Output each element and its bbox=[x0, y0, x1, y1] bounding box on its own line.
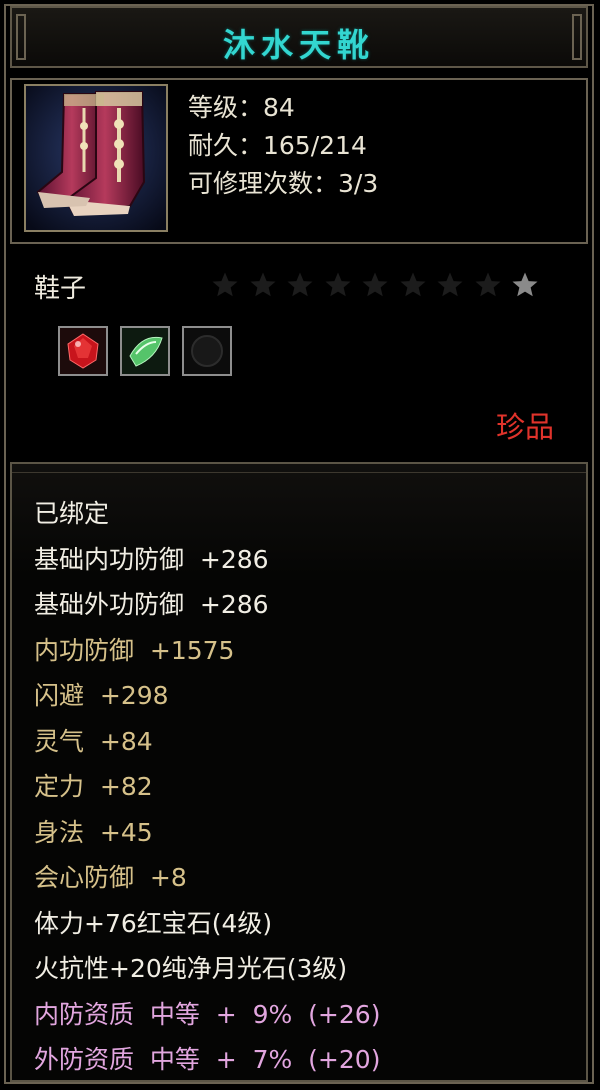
attribute-line: 外防资质 中等 + 7% (+20) bbox=[34, 1045, 381, 1074]
star-empty-icon bbox=[250, 272, 275, 297]
item-durability: 耐久：165/214 bbox=[188, 131, 367, 160]
star-empty-icon bbox=[212, 272, 238, 297]
attribute-line: 会心防御 +8 bbox=[34, 863, 187, 892]
star-filled-icon bbox=[512, 272, 538, 297]
attribute-line: 火抗性+20纯净月光石(3级) bbox=[34, 954, 348, 983]
attribute-line: 基础外功防御 +286 bbox=[34, 590, 269, 619]
boots-icon bbox=[24, 84, 168, 232]
item-type: 鞋子 bbox=[34, 274, 87, 304]
item-repair-count: 可修理次数：3/3 bbox=[188, 169, 379, 198]
item-level: 等级：84 bbox=[188, 93, 295, 122]
star-empty-icon bbox=[325, 272, 350, 297]
ruby-gem-icon[interactable] bbox=[58, 326, 108, 376]
attribute-line: 身法 +45 bbox=[34, 817, 153, 847]
empty-gem-slot[interactable] bbox=[182, 326, 232, 376]
title-bar: 沐水天靴 bbox=[10, 6, 588, 68]
star-empty-icon bbox=[287, 272, 313, 297]
attribute-line: 体力+76红宝石(4级) bbox=[34, 908, 273, 938]
attribute-line: 闪避 +298 bbox=[34, 681, 169, 710]
star-empty-icon bbox=[475, 272, 500, 297]
attribute-line: 灵气 +84 bbox=[34, 726, 153, 756]
attribute-line: 内防资质 中等 + 9% (+26) bbox=[34, 999, 381, 1029]
attribute-line: 基础内功防御 +286 bbox=[34, 544, 269, 574]
item-name: 沐水天靴 bbox=[222, 26, 375, 64]
attribute-line: 已绑定 bbox=[34, 499, 110, 528]
star-empty-icon bbox=[362, 272, 388, 297]
attribute-line: 内功防御 +1575 bbox=[34, 635, 235, 665]
star-empty-icon bbox=[437, 272, 463, 297]
star-empty-icon bbox=[400, 272, 425, 297]
attribute-line: 定力 +82 bbox=[34, 772, 153, 801]
moonstone-gem-icon[interactable] bbox=[120, 326, 170, 376]
rarity-label: 珍品 bbox=[495, 410, 554, 444]
